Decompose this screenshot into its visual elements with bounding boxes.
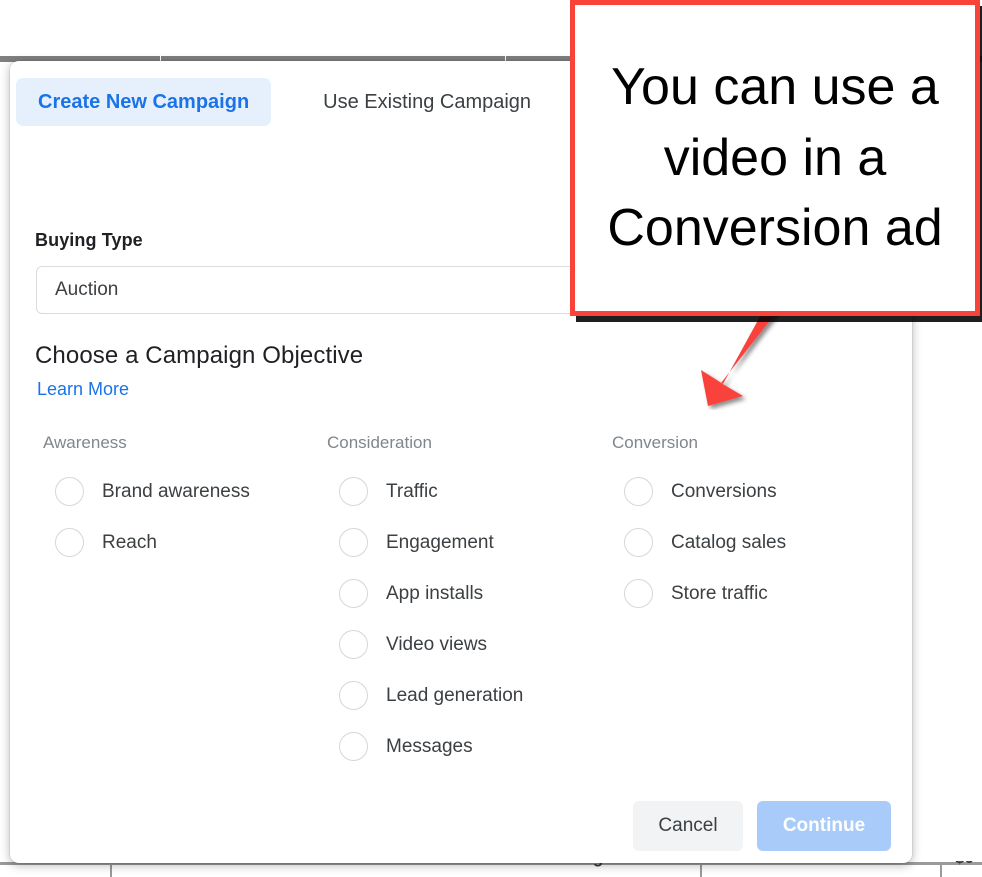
radio-button-icon[interactable] [339, 477, 368, 506]
annotation-callout-box: You can use a video in a Conversion ad [570, 0, 980, 316]
objective-option-video-views[interactable]: Video views [327, 619, 612, 670]
objective-option-reach[interactable]: Reach [43, 517, 323, 568]
radio-button-icon[interactable] [339, 681, 368, 710]
objective-option-label: Store traffic [671, 582, 768, 604]
radio-button-icon[interactable] [624, 579, 653, 608]
objective-column-title: Conversion [612, 433, 698, 452]
objective-column-consideration: Consideration Traffic Engagement App ins… [327, 433, 612, 772]
campaign-objective-heading: Choose a Campaign Objective [35, 342, 364, 369]
background-cell-divider [940, 865, 942, 877]
background-row-label: Using ad set buil [556, 861, 706, 877]
objective-column-conversion: Conversion Conversions Catalog sales Sto… [612, 433, 892, 772]
objective-column-title: Consideration [327, 433, 432, 452]
buying-type-label: Buying Type [35, 230, 143, 250]
objective-option-messages[interactable]: Messages [327, 721, 612, 772]
objective-option-label: Engagement [386, 531, 494, 553]
objective-option-app-installs[interactable]: App installs [327, 568, 612, 619]
objective-option-label: Lead generation [386, 684, 524, 706]
radio-button-icon[interactable] [339, 528, 368, 557]
objective-option-label: Messages [386, 735, 473, 757]
objective-option-label: App installs [386, 582, 484, 604]
objective-option-traffic[interactable]: Traffic [327, 466, 612, 517]
objective-column-awareness: Awareness Brand awareness Reach [43, 433, 323, 772]
background-cell-divider [110, 865, 112, 877]
campaign-mode-tabs: Create New Campaign Use Existing Campaig… [10, 76, 553, 128]
objective-option-label: Traffic [386, 480, 438, 502]
objective-option-brand-awareness[interactable]: Brand awareness [43, 466, 323, 517]
objective-option-label: Reach [102, 531, 157, 553]
objective-option-label: Catalog sales [671, 531, 787, 553]
cancel-button[interactable]: Cancel [633, 801, 743, 851]
background-row-amount: $0 [955, 861, 982, 877]
radio-button-icon[interactable] [55, 528, 84, 557]
annotation-callout-text: You can use a video in a Conversion ad [607, 57, 943, 258]
radio-button-icon[interactable] [624, 477, 653, 506]
objective-option-label: Brand awareness [102, 480, 250, 502]
objective-option-engagement[interactable]: Engagement [327, 517, 612, 568]
background-row-amount-text: $0 [955, 861, 982, 866]
radio-button-icon[interactable] [339, 579, 368, 608]
radio-button-icon[interactable] [339, 732, 368, 761]
objective-columns: Awareness Brand awareness Reach Consider… [10, 433, 912, 772]
buying-type-selected-value: Auction [55, 279, 119, 300]
tab-use-existing-campaign[interactable]: Use Existing Campaign [301, 78, 553, 126]
learn-more-link[interactable]: Learn More [37, 379, 129, 400]
radio-button-icon[interactable] [339, 630, 368, 659]
objective-option-store-traffic[interactable]: Store traffic [612, 568, 892, 619]
objective-option-label: Conversions [671, 480, 777, 502]
objective-option-lead-generation[interactable]: Lead generation [327, 670, 612, 721]
objective-option-label: Video views [386, 633, 488, 655]
continue-button[interactable]: Continue [757, 801, 891, 851]
radio-button-icon[interactable] [55, 477, 84, 506]
objective-column-title: Awareness [43, 433, 127, 452]
radio-button-icon[interactable] [624, 528, 653, 557]
tab-create-new-campaign[interactable]: Create New Campaign [16, 78, 272, 126]
objective-option-conversions[interactable]: Conversions [612, 466, 892, 517]
objective-option-catalog-sales[interactable]: Catalog sales [612, 517, 892, 568]
